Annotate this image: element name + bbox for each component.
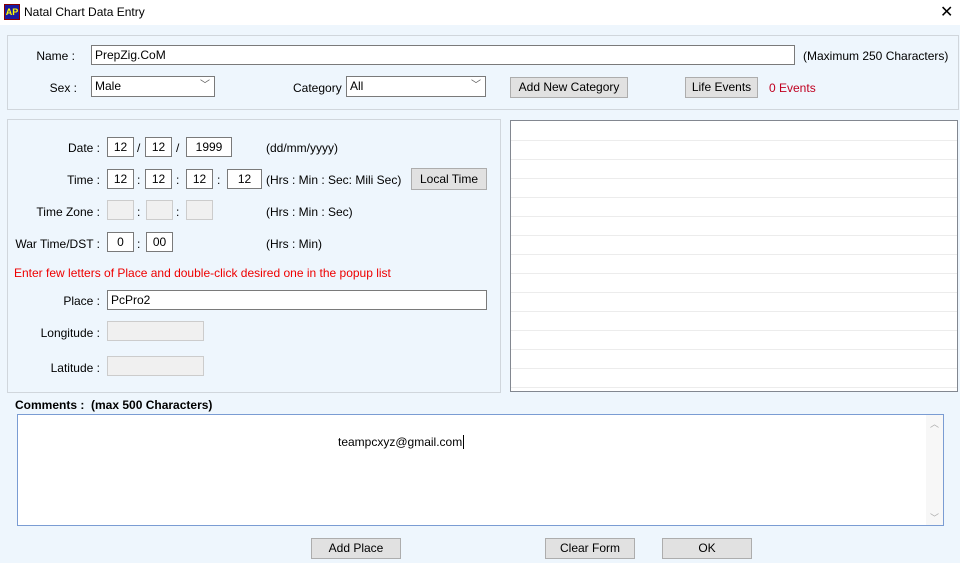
seconds-input[interactable]: 12: [186, 169, 213, 189]
app-icon: AP: [4, 4, 20, 20]
sep: /: [176, 141, 180, 155]
local-time-button[interactable]: Local Time: [411, 168, 487, 190]
month-input[interactable]: 12: [145, 137, 172, 157]
day-input[interactable]: 12: [107, 137, 134, 157]
dst-hint: (Hrs : Min): [266, 237, 322, 251]
year-input[interactable]: 1999: [186, 137, 232, 157]
place-label: Place :: [63, 294, 100, 308]
comments-textarea[interactable]: teampcxyz@gmail.com ︿ ﹀: [17, 414, 944, 526]
sep: :: [137, 205, 141, 219]
add-new-category-button[interactable]: Add New Category: [510, 77, 628, 98]
name-hint: (Maximum 250 Characters): [803, 49, 949, 63]
category-value: All: [350, 79, 364, 93]
datetime-group: [7, 119, 501, 393]
scroll-up-icon[interactable]: ︿: [930, 417, 939, 430]
tz-seconds-input[interactable]: [186, 200, 213, 220]
ok-button[interactable]: OK: [662, 538, 752, 559]
vertical-scrollbar[interactable]: ︿ ﹀: [926, 415, 943, 525]
life-events-list[interactable]: [510, 120, 958, 392]
time-hint: (Hrs : Min : Sec: Mili Sec): [266, 173, 402, 187]
add-place-button[interactable]: Add Place: [311, 538, 401, 559]
timezone-hint: (Hrs : Min : Sec): [266, 205, 353, 219]
chevron-down-icon: ﹀: [200, 80, 210, 91]
date-label: Date :: [67, 141, 100, 155]
close-icon[interactable]: ✕: [940, 2, 953, 22]
longitude-input[interactable]: [107, 321, 204, 341]
name-label: Name :: [36, 49, 75, 63]
tz-hours-input[interactable]: [107, 200, 134, 220]
timezone-label: Time Zone :: [36, 205, 100, 219]
category-select[interactable]: All ﹀: [346, 76, 486, 97]
tz-minutes-input[interactable]: [146, 200, 173, 220]
date-hint: (dd/mm/yyyy): [266, 141, 338, 155]
time-label: Time :: [67, 173, 100, 187]
sex-label: Sex :: [49, 81, 77, 95]
name-input[interactable]: PrepZig.CoM: [91, 45, 795, 65]
window-title: Natal Chart Data Entry: [24, 5, 145, 19]
life-events-button[interactable]: Life Events: [685, 77, 758, 98]
minutes-input[interactable]: 12: [145, 169, 172, 189]
category-label: Category: [293, 81, 342, 95]
comments-text: teampcxyz@gmail.com: [338, 435, 465, 449]
events-count: 0 Events: [769, 81, 816, 95]
place-input[interactable]: PcPro2: [107, 290, 487, 310]
milliseconds-input[interactable]: 12: [227, 169, 262, 189]
sep: :: [176, 205, 180, 219]
hours-input[interactable]: 12: [107, 169, 134, 189]
sep: /: [137, 141, 141, 155]
dst-hours-input[interactable]: 0: [107, 232, 134, 252]
sep: :: [176, 173, 180, 187]
place-instruction: Enter few letters of Place and double-cl…: [14, 266, 391, 280]
sex-select[interactable]: Male ﹀: [91, 76, 215, 97]
comments-label: Comments : (max 500 Characters): [15, 398, 213, 412]
dst-label: War Time/DST :: [15, 237, 100, 251]
sep: :: [137, 173, 141, 187]
chevron-down-icon: ﹀: [471, 80, 481, 91]
clear-form-button[interactable]: Clear Form: [545, 538, 635, 559]
scroll-down-icon[interactable]: ﹀: [930, 511, 939, 524]
sep: :: [137, 237, 141, 251]
latitude-label: Latitude :: [50, 361, 100, 375]
dst-minutes-input[interactable]: 00: [146, 232, 173, 252]
latitude-input[interactable]: [107, 356, 204, 376]
sex-value: Male: [95, 79, 122, 93]
sep: :: [217, 173, 221, 187]
longitude-label: Longitude :: [40, 326, 100, 340]
